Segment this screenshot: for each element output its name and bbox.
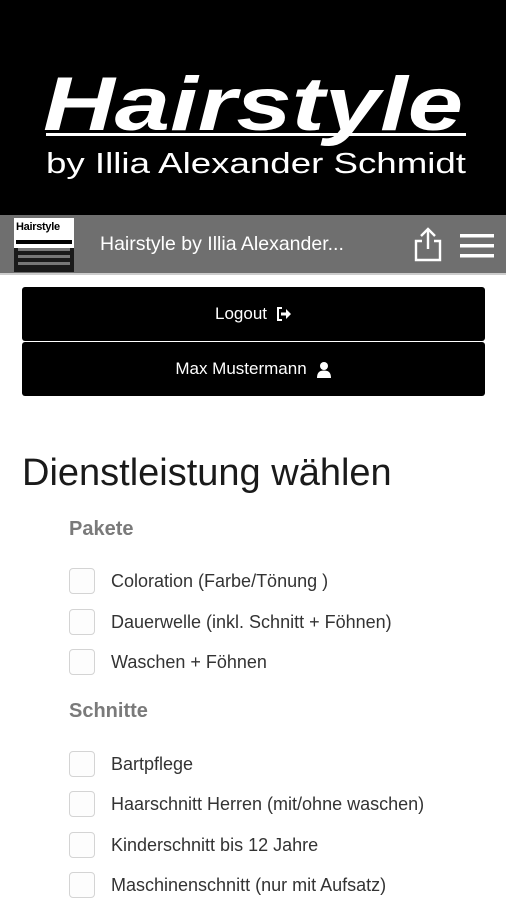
share-button[interactable] bbox=[412, 227, 444, 263]
logout-button[interactable]: Logout bbox=[22, 287, 485, 341]
checkbox[interactable] bbox=[69, 791, 95, 817]
user-name: Max Mustermann bbox=[175, 359, 307, 378]
option-label: Kinderschnitt bis 12 Jahre bbox=[111, 834, 319, 855]
user-button[interactable]: Max Mustermann bbox=[22, 342, 485, 396]
checkbox[interactable] bbox=[69, 568, 95, 594]
checkbox[interactable] bbox=[69, 832, 95, 858]
sign-out-icon bbox=[277, 307, 291, 321]
app-bar: Hairstyle Hairstyle by Illia Alexander..… bbox=[0, 215, 506, 275]
checkbox[interactable] bbox=[69, 872, 95, 898]
option-label: Haarschnitt Herren (mit/ohne waschen) bbox=[111, 793, 425, 814]
app-logo[interactable]: Hairstyle bbox=[14, 218, 74, 272]
option-label: Maschinenschnitt (nur mit Aufsatz) bbox=[111, 874, 387, 895]
brand-banner: Hairstyle by Illia Alexander Schmidt bbox=[0, 0, 506, 215]
option-maschinenschnitt[interactable]: Maschinenschnitt (nur mit Aufsatz) bbox=[69, 871, 386, 899]
option-label: Dauerwelle (inkl. Schnitt + Föhnen) bbox=[111, 611, 392, 632]
option-bartpflege[interactable]: Bartpflege bbox=[69, 750, 193, 778]
page-title: Dienstleistung wählen bbox=[22, 452, 392, 494]
app-logo-stripe bbox=[16, 240, 72, 244]
share-icon bbox=[414, 227, 442, 262]
app-title: Hairstyle by Illia Alexander... bbox=[100, 233, 344, 255]
option-haarschnitt-herren[interactable]: Haarschnitt Herren (mit/ohne waschen) bbox=[69, 790, 424, 818]
option-coloration[interactable]: Coloration (Farbe/Tönung ) bbox=[69, 567, 328, 595]
hamburger-menu-icon bbox=[460, 234, 494, 258]
option-label: Bartpflege bbox=[111, 753, 194, 774]
option-label: Waschen + Föhnen bbox=[111, 651, 267, 672]
app-logo-text: Hairstyle bbox=[14, 218, 74, 240]
brand-logo: Hairstyle by Illia Alexander Schmidt bbox=[43, 62, 466, 180]
option-kinderschnitt[interactable]: Kinderschnitt bis 12 Jahre bbox=[69, 831, 318, 859]
brand-tagline: by Illia Alexander Schmidt bbox=[46, 148, 466, 180]
option-waschen-foehnen[interactable]: Waschen + Föhnen bbox=[69, 648, 267, 676]
checkbox[interactable] bbox=[69, 751, 95, 777]
user-icon bbox=[316, 361, 331, 378]
checkbox[interactable] bbox=[69, 609, 95, 635]
logout-label: Logout bbox=[215, 304, 267, 323]
option-dauerwelle[interactable]: Dauerwelle (inkl. Schnitt + Föhnen) bbox=[69, 608, 392, 636]
app-logo-footer bbox=[14, 248, 74, 272]
menu-button[interactable] bbox=[458, 231, 496, 261]
section-title-schnitte: Schnitte bbox=[69, 700, 148, 722]
option-label: Coloration (Farbe/Tönung ) bbox=[111, 570, 329, 591]
brand-underline bbox=[46, 133, 466, 136]
section-title-pakete: Pakete bbox=[69, 518, 134, 540]
checkbox[interactable] bbox=[69, 649, 95, 675]
